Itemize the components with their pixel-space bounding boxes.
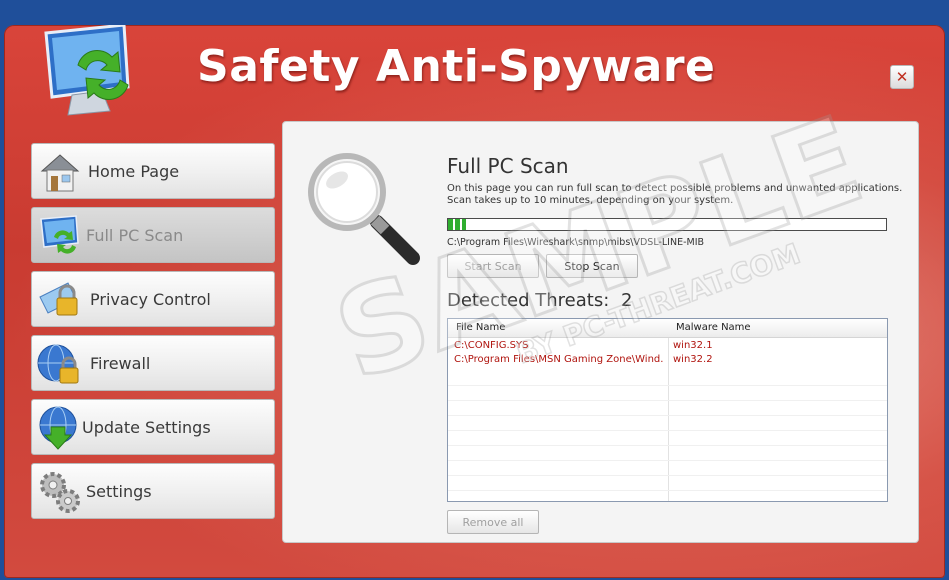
current-scan-path: C:\Program Files\Wireshark\snmp\mibs\VDS… — [447, 237, 705, 248]
house-icon — [40, 154, 80, 192]
detected-threats-label: Detected Threats: — [447, 290, 610, 311]
detected-threats-heading: Detected Threats: 2 — [447, 290, 632, 311]
row-divider — [448, 430, 887, 431]
row-divider — [448, 445, 887, 446]
sidebar-item-label: Home Page — [88, 162, 180, 181]
threat-file-name: C:\Program Files\MSN Gaming Zone\Wind... — [454, 354, 664, 365]
scan-title: Full PC Scan — [447, 154, 569, 178]
sidebar-item-firewall[interactable]: Firewall — [31, 335, 275, 391]
row-divider — [448, 490, 887, 491]
app-logo-icon — [44, 25, 130, 116]
scan-progress-bar — [447, 218, 887, 231]
threat-malware-name: win32.2 — [673, 354, 713, 365]
sidebar-item-full-pc-scan[interactable]: Full PC Scan — [31, 207, 275, 263]
column-header-file-name[interactable]: File Name — [456, 322, 505, 333]
magnifier-icon — [308, 153, 420, 265]
app-title: Safety Anti-Spyware — [197, 41, 716, 92]
sidebar-item-label: Update Settings — [82, 418, 211, 437]
start-scan-button[interactable]: Start Scan — [447, 254, 539, 278]
stop-scan-button[interactable]: Stop Scan — [546, 254, 638, 278]
lock-globe-icon — [39, 282, 78, 316]
sidebar-item-label: Full PC Scan — [86, 226, 184, 245]
table-row[interactable]: C:\Program Files\MSN Gaming Zone\Wind...… — [448, 354, 887, 368]
scan-panel: Full PC Scan On this page you can run fu… — [282, 121, 919, 543]
close-button[interactable]: ✕ — [890, 65, 914, 89]
sidebar-item-label: Privacy Control — [90, 290, 211, 309]
sidebar-item-label: Firewall — [90, 354, 151, 373]
detected-threats-count: 2 — [621, 290, 633, 311]
sidebar-item-home-page[interactable]: Home Page — [31, 143, 275, 199]
row-divider — [448, 400, 887, 401]
table-row[interactable]: C:\CONFIG.SYS win32.1 — [448, 340, 887, 354]
sidebar-item-update-settings[interactable]: Update Settings — [31, 399, 275, 455]
sidebar-item-settings[interactable]: Settings — [31, 463, 275, 519]
remove-all-button[interactable]: Remove all — [447, 510, 539, 534]
row-divider — [448, 475, 887, 476]
app-window: Safety Anti-Spyware ✕ Home Page Full PC … — [4, 25, 945, 578]
close-icon: ✕ — [895, 68, 909, 86]
scan-progress-fill — [448, 219, 466, 230]
row-divider — [448, 385, 887, 386]
scan-description-line: Scan takes up to 10 minutes, depending o… — [447, 195, 734, 206]
scan-description: On this page you can run full scan to de… — [447, 183, 907, 207]
row-divider — [448, 415, 887, 416]
threat-malware-name: win32.1 — [673, 340, 713, 351]
sidebar-item-privacy-control[interactable]: Privacy Control — [31, 271, 275, 327]
sidebar-item-label: Settings — [86, 482, 152, 501]
globe-download-icon — [39, 406, 77, 450]
table-header: File Name Malware Name — [448, 319, 887, 338]
monitor-refresh-icon — [40, 215, 79, 254]
column-header-malware-name[interactable]: Malware Name — [676, 322, 751, 333]
threats-table[interactable]: File Name Malware Name C:\CONFIG.SYS win… — [447, 318, 888, 502]
firewall-globe-lock-icon — [37, 344, 79, 384]
threat-file-name: C:\CONFIG.SYS — [454, 340, 529, 351]
scan-description-line: On this page you can run full scan to de… — [447, 183, 903, 194]
row-divider — [448, 460, 887, 461]
gears-icon — [40, 472, 80, 513]
